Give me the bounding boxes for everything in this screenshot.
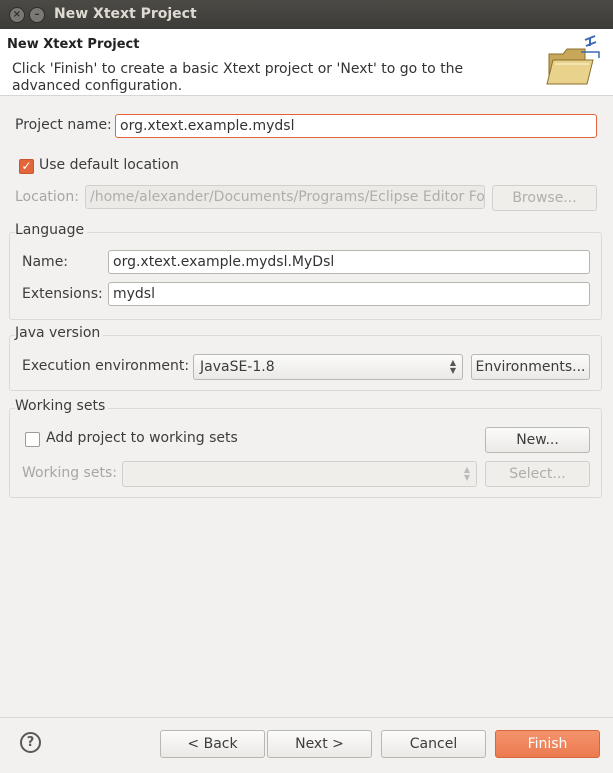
language-name-label: Name: [22, 254, 69, 270]
execution-environment-label: Execution environment: [22, 358, 190, 374]
use-default-location-label: Use default location [39, 157, 179, 173]
location-input[interactable]: /home/alexander/Documents/Programs/Eclip… [85, 185, 485, 209]
select-working-sets-button[interactable]: Select... [485, 461, 590, 487]
browse-button[interactable]: Browse... [492, 185, 597, 211]
window-title: New Xtext Project [54, 6, 197, 22]
add-to-working-sets-label: Add project to working sets [46, 430, 238, 446]
back-button[interactable]: < Back [160, 730, 265, 758]
language-name-input[interactable]: org.xtext.example.mydsl.MyDsl [108, 250, 590, 274]
environments-button[interactable]: Environments... [471, 354, 590, 380]
working-sets-group-title: Working sets [15, 398, 109, 414]
wizard-message: Click 'Finish' to create a basic Xtext p… [12, 61, 464, 94]
cancel-button[interactable]: Cancel [381, 730, 486, 758]
finish-button[interactable]: Finish [495, 730, 600, 758]
add-to-working-sets-checkbox[interactable] [25, 432, 40, 447]
location-label: Location: [15, 189, 79, 205]
working-sets-select[interactable]: ▲ ▼ [122, 461, 477, 487]
wizard-title: New Xtext Project [7, 37, 140, 52]
language-group [9, 232, 602, 320]
help-icon[interactable]: ? [20, 732, 41, 753]
spinner-arrows-icon: ▲ ▼ [449, 358, 456, 375]
extensions-label: Extensions: [22, 286, 103, 302]
window-titlebar: × – New Xtext Project [0, 0, 613, 29]
java-version-group-title: Java version [15, 325, 104, 341]
folder-wizard-icon [546, 35, 600, 85]
use-default-location-checkbox[interactable]: ✓ [19, 159, 34, 174]
extensions-input[interactable]: mydsl [108, 282, 590, 306]
language-group-title: Language [15, 222, 88, 238]
project-name-input[interactable]: org.xtext.example.mydsl [115, 114, 597, 138]
execution-environment-value: JavaSE-1.8 [200, 359, 275, 375]
project-name-label: Project name: [15, 117, 112, 133]
spinner-arrows-icon: ▲ ▼ [463, 465, 470, 482]
close-icon[interactable]: × [9, 7, 25, 23]
working-sets-label: Working sets: [22, 465, 117, 481]
new-working-set-button[interactable]: New... [485, 427, 590, 453]
footer-separator [0, 717, 613, 718]
wizard-header: New Xtext Project Click 'Finish' to crea… [0, 29, 613, 96]
execution-environment-select[interactable]: JavaSE-1.8 ▲ ▼ [193, 354, 463, 380]
next-button[interactable]: Next > [267, 730, 372, 758]
minimize-icon[interactable]: – [29, 7, 45, 23]
